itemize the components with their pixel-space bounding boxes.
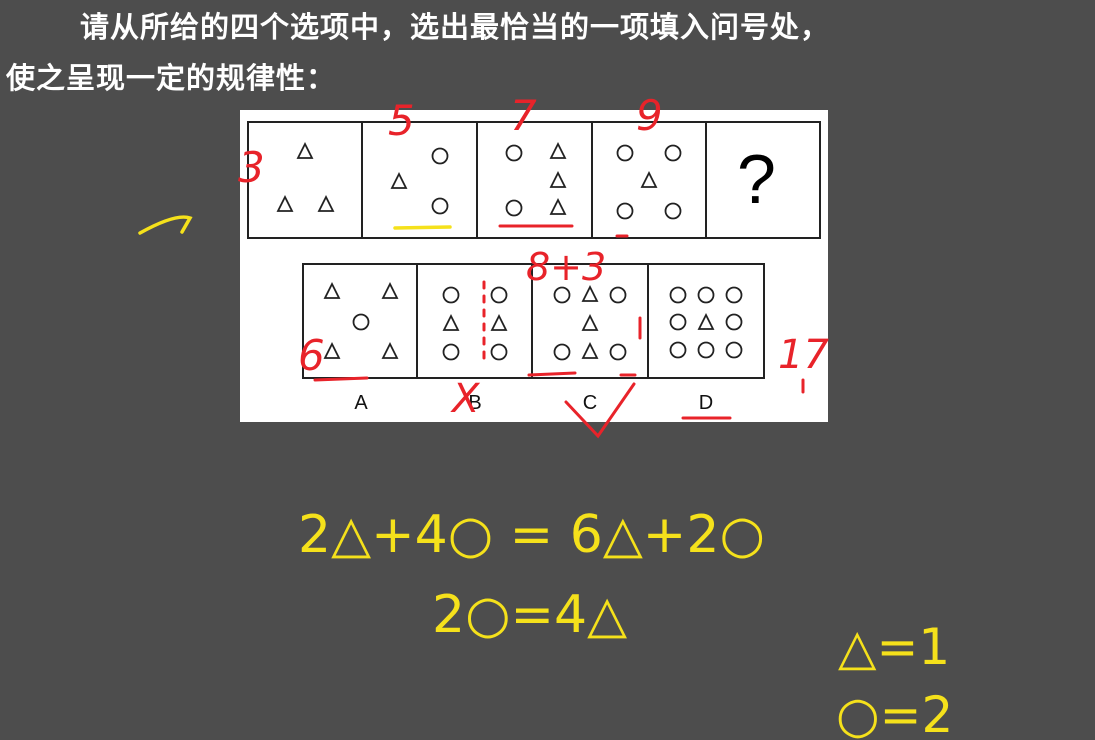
question-text-line2: 使之呈现一定的规律性： <box>6 61 337 95</box>
sequence-row-frame <box>247 121 821 239</box>
result-triangle: △=1 <box>838 618 950 676</box>
options-row-frame <box>302 263 765 379</box>
option-label-b: B <box>468 392 482 414</box>
result-circle: ○=2 <box>836 686 953 740</box>
question-text-line1: 请从所给的四个选项中，选出最恰当的一项填入问号处， <box>80 10 831 44</box>
arrow-mark <box>138 215 193 235</box>
option-label-c: C <box>582 392 598 414</box>
question-mark: ? <box>737 140 776 218</box>
option-label-a: A <box>354 392 368 414</box>
equation-line1: 2△+4○ = 6△+2○ <box>298 505 765 565</box>
option-label-d: D <box>698 392 714 414</box>
equation-line2: 2○=4△ <box>432 585 627 645</box>
puzzle-figure: ? A B C D <box>240 110 828 422</box>
